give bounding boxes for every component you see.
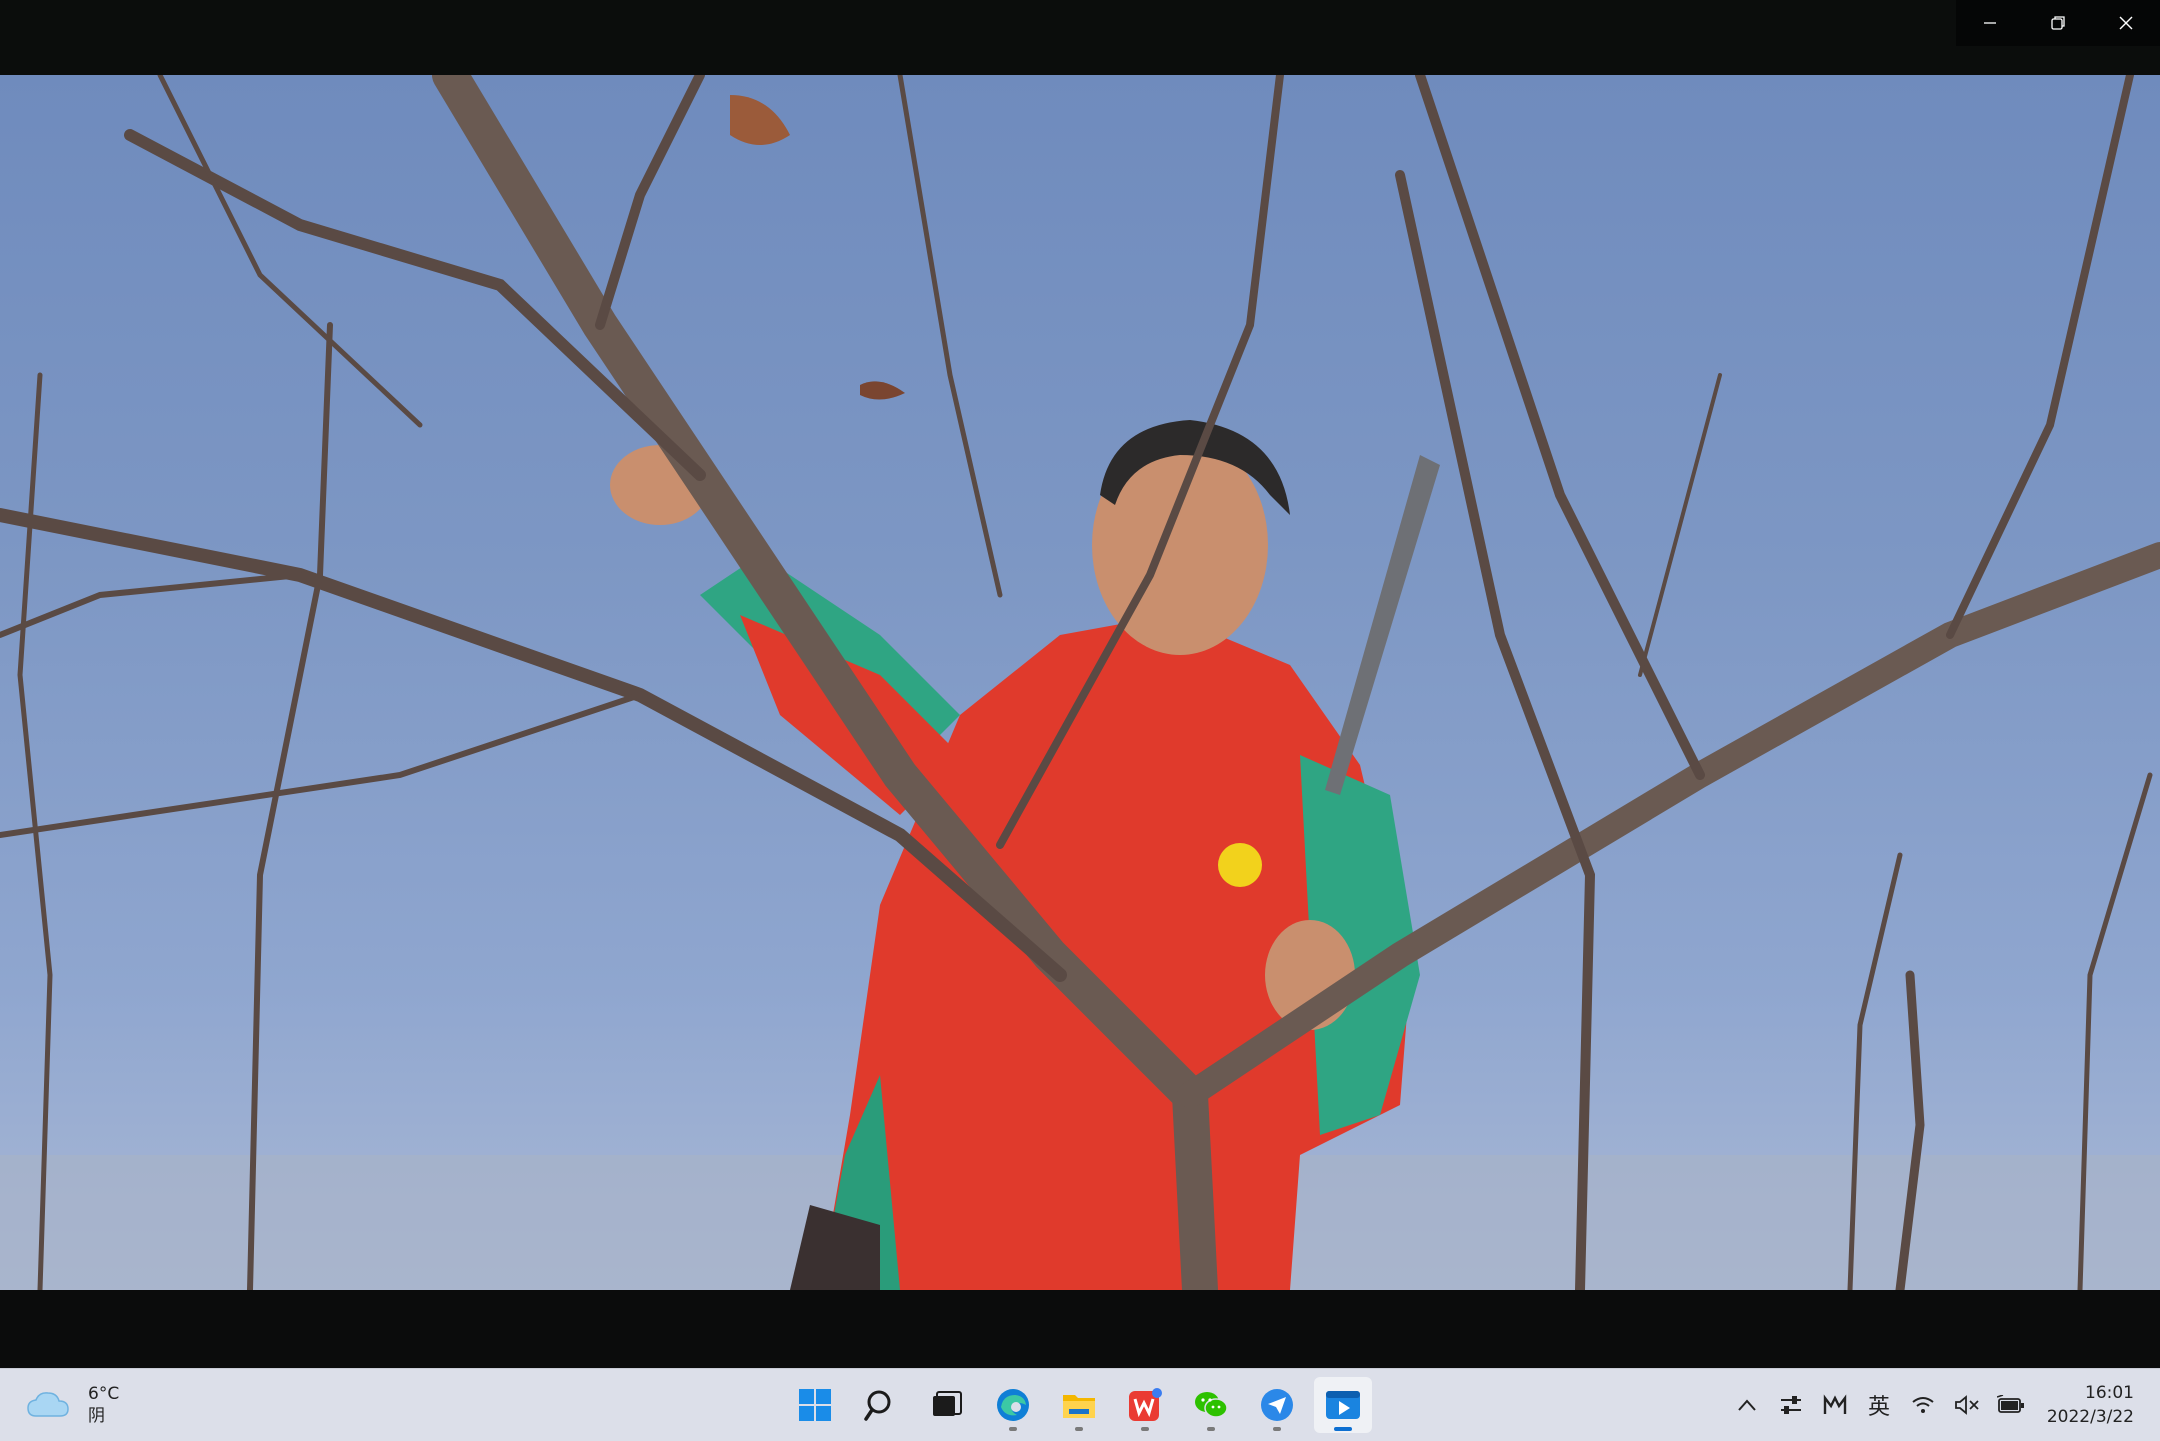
media-player-button[interactable] [1314,1377,1372,1433]
wechat-button[interactable] [1182,1377,1240,1433]
settings-sliders-icon [1781,1396,1801,1414]
running-indicator [1009,1427,1017,1431]
wifi-button[interactable] [1908,1390,1938,1420]
taskbar-apps [786,1377,1372,1433]
paper-plane-icon [1261,1389,1293,1421]
input-method-indicator[interactable]: 英 [1864,1390,1894,1420]
weather-widget[interactable]: 6°C 阴 [26,1383,119,1427]
tray-pen-button[interactable] [1820,1390,1850,1420]
edge-icon [997,1389,1029,1421]
battery-icon [1997,1395,2024,1413]
restore-button[interactable] [2024,0,2092,46]
running-indicator [1273,1427,1281,1431]
tray-settings-button[interactable] [1776,1390,1806,1420]
window-controls [1956,0,2160,46]
edge-button[interactable] [984,1377,1042,1433]
running-indicator [1207,1427,1215,1431]
video-frame[interactable] [0,75,2160,1290]
active-indicator [1334,1427,1352,1431]
close-icon [2119,16,2133,30]
wifi-icon [1912,1397,1934,1413]
title-bar [0,0,2160,75]
media-player-icon [1326,1391,1360,1419]
running-indicator [1075,1427,1083,1431]
wps-icon [1129,1388,1162,1421]
search-button[interactable] [852,1377,910,1433]
folder-icon [1063,1395,1095,1418]
wechat-icon [1195,1392,1228,1418]
windows-logo-icon [799,1389,831,1421]
weather-condition: 阴 [88,1406,105,1426]
start-button[interactable] [786,1377,844,1433]
minimize-button[interactable] [1956,0,2024,46]
battery-button[interactable] [1996,1390,2026,1420]
close-button[interactable] [2092,0,2160,46]
taskbar: 6°C 阴 英 16:01 2022/3/22 [0,1368,2160,1441]
task-view-icon [933,1391,962,1416]
clock-time: 16:01 [2085,1383,2134,1403]
pen-icon [1823,1394,1847,1414]
volume-button[interactable] [1952,1390,1982,1420]
file-explorer-button[interactable] [1050,1377,1108,1433]
running-indicator [1141,1427,1149,1431]
tray-overflow-button[interactable] [1732,1390,1762,1420]
video-scene [0,75,2160,1290]
feishu-button[interactable] [1248,1377,1306,1433]
minimize-icon [1984,22,1996,24]
weather-temperature: 6°C [88,1384,120,1404]
cloud-icon [27,1392,69,1417]
chevron-up-icon [1738,1399,1756,1411]
system-tray: 英 [1732,1383,2026,1427]
task-view-button[interactable] [918,1377,976,1433]
letterbox [0,1290,2160,1368]
volume-muted-icon [1955,1395,1979,1415]
taskbar-clock[interactable]: 16:01 2022/3/22 [2047,1381,2134,1429]
restore-icon [2051,16,2065,30]
wps-button[interactable] [1116,1377,1174,1433]
search-icon [864,1390,891,1421]
clock-date: 2022/3/22 [2046,1407,2134,1427]
